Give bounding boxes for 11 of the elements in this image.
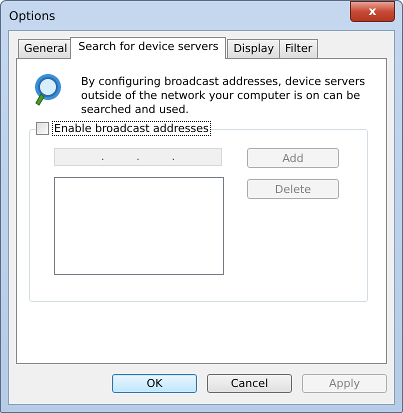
button[interactable]: OK [112,374,197,393]
tab[interactable]: Display [227,39,280,58]
tab[interactable]: Filter [279,39,318,58]
tab[interactable]: Search for device servers [70,37,226,59]
checkbox-label[interactable]: Enable broadcast addresses [52,121,211,136]
button[interactable]: Cancel [207,374,292,393]
window-title: Options [8,8,56,22]
address-list[interactable] [54,177,224,275]
info-text: By configuring broadcast addresses, device servers outside of the network your computer is on can be searched and used. [81,75,366,117]
close-button[interactable]: x [350,0,395,22]
checkbox[interactable] [36,122,49,135]
